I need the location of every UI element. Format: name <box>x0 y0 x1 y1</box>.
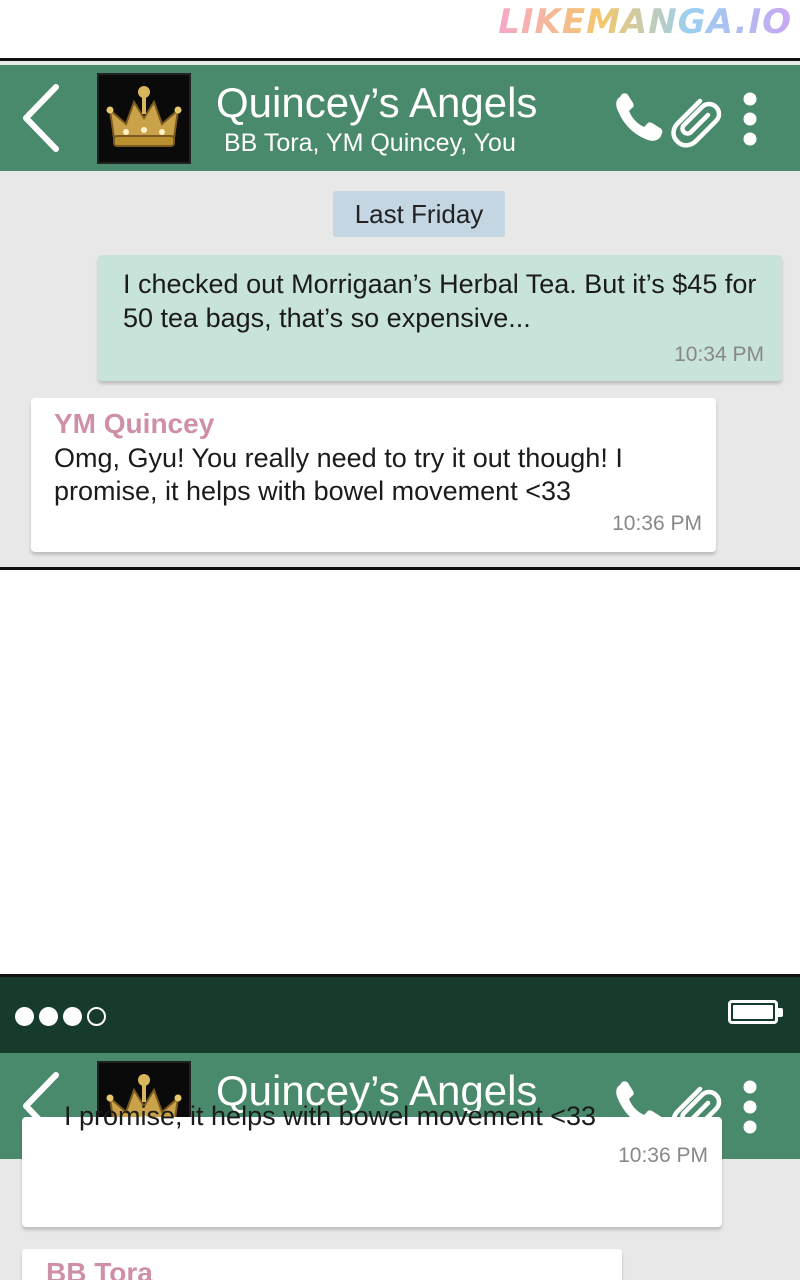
status-bar <box>0 977 800 1053</box>
incoming-message-bubble[interactable]: BB Tora <box>22 1249 622 1280</box>
battery-icon <box>728 1000 783 1024</box>
signal-dot <box>87 1007 106 1026</box>
crown-icon <box>106 85 182 147</box>
incoming-message-bubble[interactable]: YM Quincey Omg, Gyu! You really need to … <box>31 398 716 552</box>
date-separator: Last Friday <box>333 191 505 237</box>
message-time: 10:34 PM <box>674 343 764 366</box>
chat-members: BB Tora, YM Quincey, You <box>224 129 516 157</box>
comic-page: LIKEMANGA.IO Quincey’s Angels BB Tora, Y… <box>0 0 800 1280</box>
group-avatar[interactable] <box>97 73 191 164</box>
message-text: I checked out Morrigaan’s Herbal Tea. Bu… <box>123 269 757 333</box>
overflow-menu-icon[interactable] <box>738 1079 762 1135</box>
battery-nub <box>778 1008 783 1017</box>
watermark: LIKEMANGA.IO <box>498 2 792 42</box>
message-time: 10:36 PM <box>618 1144 708 1167</box>
message-text: Omg, Gyu! You really need to try it out … <box>54 443 623 506</box>
signal-dot <box>39 1007 58 1026</box>
message-time: 10:36 PM <box>612 512 702 535</box>
signal-strength-icon <box>15 1007 106 1026</box>
outgoing-message-bubble[interactable]: I checked out Morrigaan’s Herbal Tea. Bu… <box>98 255 782 381</box>
phone-icon[interactable] <box>612 91 666 145</box>
paperclip-icon[interactable] <box>666 89 722 149</box>
overflow-menu-icon[interactable] <box>738 91 762 147</box>
chat-panel-2: Quincey’s Angels BB Tora, YM Quincey, Yo… <box>0 974 800 1280</box>
chat-title: Quincey’s Angels <box>216 79 538 126</box>
incoming-message-bubble[interactable]: I promise, it helps with bowel movement … <box>22 1101 722 1227</box>
signal-dot <box>15 1007 34 1026</box>
back-arrow-icon[interactable] <box>20 83 62 153</box>
chat-panel-1: Quincey’s Angels BB Tora, YM Quincey, Yo… <box>0 58 800 570</box>
signal-dot <box>63 1007 82 1026</box>
sender-name: YM Quincey <box>54 408 215 439</box>
battery-fill <box>733 1005 773 1019</box>
sender-name: BB Tora <box>46 1257 153 1280</box>
chat-header: Quincey’s Angels BB Tora, YM Quincey, Yo… <box>0 65 800 171</box>
message-text: I promise, it helps with bowel movement … <box>64 1101 596 1131</box>
